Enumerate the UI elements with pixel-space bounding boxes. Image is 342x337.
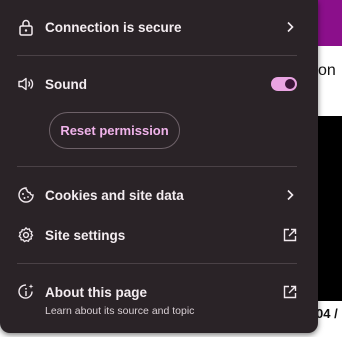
site-info-popup: Connection is secure Sound Reset permiss… xyxy=(0,0,318,333)
page-partial-text: on xyxy=(318,62,336,79)
sound-toggle[interactable] xyxy=(271,77,297,91)
cookies-site-data-label: Cookies and site data xyxy=(45,187,184,203)
gear-icon xyxy=(17,226,35,244)
reset-permission-button[interactable]: Reset permission xyxy=(49,112,180,149)
external-link-icon xyxy=(282,227,298,243)
site-settings-label: Site settings xyxy=(45,227,126,243)
about-this-page-label: About this page xyxy=(45,284,147,300)
chevron-right-icon xyxy=(282,19,298,35)
connection-secure-row[interactable]: Connection is secure xyxy=(0,7,318,47)
cookie-icon xyxy=(17,186,35,204)
cookies-site-data-row[interactable]: Cookies and site data xyxy=(0,175,318,215)
speaker-icon xyxy=(17,75,35,93)
chevron-right-icon xyxy=(282,187,298,203)
external-link-icon xyxy=(282,284,298,300)
divider xyxy=(17,263,297,264)
lock-icon xyxy=(17,18,35,36)
info-sparkle-icon xyxy=(17,283,35,301)
connection-secure-label: Connection is secure xyxy=(45,19,182,35)
about-this-page-subtitle: Learn about its source and topic xyxy=(45,305,195,317)
page-partial-timestamp: 04 / xyxy=(316,306,338,321)
sound-permission-row: Sound xyxy=(0,64,318,104)
toggle-knob xyxy=(285,79,295,89)
divider xyxy=(17,55,297,56)
divider xyxy=(17,166,297,167)
site-settings-row[interactable]: Site settings xyxy=(0,215,318,255)
sound-label: Sound xyxy=(45,76,87,92)
